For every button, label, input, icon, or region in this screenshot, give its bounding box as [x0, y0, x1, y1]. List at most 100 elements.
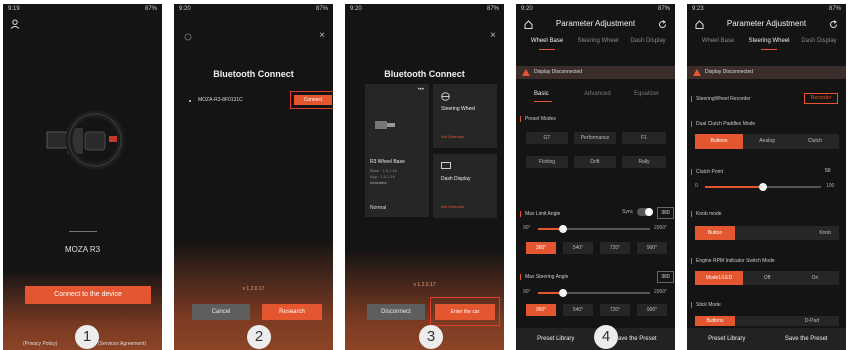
dash-display-card[interactable]: Dash Display Not Detected — [433, 154, 497, 218]
rpm-mode-on[interactable]: On — [791, 271, 839, 285]
display-warning: Display Disconnected — [687, 66, 846, 79]
save-preset-button[interactable]: Save the Preset — [767, 328, 847, 350]
clutch-mode-buttons[interactable]: Buttons — [695, 134, 743, 149]
status-battery: 87% — [486, 6, 499, 12]
more-icon[interactable]: ••• — [418, 87, 424, 93]
device-list-item: MOZA-R3-8F0131C — [198, 97, 243, 103]
slider-knob[interactable] — [559, 225, 567, 233]
limit-option-900[interactable]: 900° — [637, 242, 667, 254]
clutch-mode-clutch[interactable]: Clutch — [791, 134, 839, 149]
tab-dash-display[interactable]: Dash Display — [622, 38, 674, 45]
steering-label: Steering Wheel — [441, 106, 476, 112]
steer-max: 2000° — [654, 289, 668, 295]
page-title: Parameter Adjustment — [726, 19, 807, 28]
wheel-base-icon — [375, 121, 395, 129]
tab-dash-display[interactable]: Dash Display — [793, 38, 845, 45]
research-button[interactable]: Research — [262, 304, 322, 320]
stick-mode-buttons[interactable]: Buttons — [695, 316, 735, 326]
warning-text: Display Disconnected — [705, 69, 754, 75]
subtab-basic-underline — [534, 101, 552, 102]
page-title: Bluetooth Connect — [213, 69, 294, 79]
page-title: Bluetooth Connect — [384, 69, 465, 79]
limit-option-540[interactable]: 540° — [563, 242, 593, 254]
recorder-button[interactable]: Recorder — [804, 93, 838, 104]
limit-option-360[interactable]: 360° — [526, 242, 556, 254]
clutch-max: 100 — [826, 183, 835, 189]
device-tabs: Wheel Base Steering Wheel Dash Display — [516, 38, 675, 64]
subtab-equalizer[interactable]: Equalizer — [634, 91, 659, 97]
clutch-min: 0 — [695, 183, 698, 189]
steer-option-540[interactable]: 540° — [563, 304, 593, 316]
version: v 1.2.0.17 — [242, 286, 265, 292]
subtab-advanced[interactable]: Advanced — [584, 91, 611, 97]
base-title: R3 Wheel Base — [370, 159, 405, 165]
device-dot — [189, 100, 191, 102]
tab-steering-wheel[interactable]: Steering Wheel — [743, 38, 795, 50]
status-bar: 9:20 87% — [345, 4, 504, 14]
max-steering-slider[interactable] — [538, 289, 650, 297]
preset-fishing[interactable]: Fishing — [526, 156, 568, 168]
disconnect-button[interactable]: Disconnect — [367, 304, 425, 320]
slider-knob[interactable] — [759, 183, 767, 191]
status-time: 9:20 — [350, 6, 362, 12]
warning-icon — [693, 69, 701, 76]
refresh-icon[interactable] — [184, 33, 192, 41]
wheel-base-card[interactable]: ••• R3 Wheel Base Base : 1.0.1.16 App : … — [365, 84, 429, 217]
limit-max: 2000° — [654, 225, 668, 231]
clutch-point-slider[interactable] — [705, 183, 821, 191]
tab-steering-wheel[interactable]: Steering Wheel — [572, 38, 624, 45]
screen-bluetooth-scan: 9:20 87% × Bluetooth Connect MOZA-R3-8F0… — [174, 4, 333, 350]
screen-steering-wheel-params: 9:23 87% Parameter Adjustment Wheel Base… — [687, 4, 846, 350]
connect-device-button[interactable]: Connect to the device — [25, 286, 151, 304]
clutch-mode-analog[interactable]: Analog — [743, 134, 791, 149]
subtab-basic[interactable]: Basic — [534, 91, 549, 97]
sync-toggle[interactable] — [637, 208, 653, 216]
knob-mode-button[interactable]: Button — [695, 226, 735, 240]
steering-wheel-icon — [441, 92, 450, 101]
preset-library-button[interactable]: Preset Library — [687, 328, 767, 350]
max-limit-slider[interactable] — [538, 225, 650, 233]
preset-library-button[interactable]: Preset Library — [516, 328, 596, 350]
status-battery: 87% — [657, 6, 670, 12]
device-connect-label: Connect — [294, 95, 332, 105]
steering-status: Not Detected — [441, 134, 465, 139]
rpm-mode-1[interactable]: Mode1/LED — [695, 271, 743, 285]
steer-option-360[interactable]: 360° — [526, 304, 556, 316]
rpm-mode-label: Engine RPM Indicator Switch Mode — [691, 258, 775, 264]
steer-option-720[interactable]: 720° — [600, 304, 630, 316]
preset-performance[interactable]: Performance — [574, 132, 616, 144]
stick-mode-dpad[interactable]: D-Pad — [735, 316, 839, 326]
rpm-mode-off[interactable]: Off — [743, 271, 791, 285]
privacy-link[interactable]: (Privacy Policy) — [23, 341, 57, 347]
max-limit-input[interactable]: 360 — [657, 207, 674, 219]
preset-f1[interactable]: F1 — [622, 132, 666, 144]
max-limit-angle-label: Max Limit Angle — [520, 211, 560, 217]
steering-wheel-card[interactable]: Steering Wheel Not Detected — [433, 84, 497, 148]
tab-wheel-base[interactable]: Wheel Base — [692, 38, 744, 45]
close-icon[interactable]: × — [319, 30, 325, 41]
preset-gt[interactable]: GT — [526, 132, 568, 144]
version: v 1.2.0.17 — [413, 282, 436, 288]
preset-rally[interactable]: Rally — [622, 156, 666, 168]
device-connect-button[interactable]: Connect — [290, 91, 333, 109]
status-battery: 87% — [315, 6, 328, 12]
max-steer-input[interactable]: 360 — [657, 271, 674, 283]
steer-option-900[interactable]: 900° — [637, 304, 667, 316]
enter-car-button: Enter the car — [435, 304, 495, 320]
user-icon[interactable] — [10, 19, 20, 29]
reset-icon[interactable] — [658, 20, 667, 29]
agreement-link[interactable]: (Services Agreement) — [98, 341, 146, 347]
enter-car-frame[interactable]: Enter the car — [430, 297, 500, 326]
screen-wheel-base-params: 9:20 87% Parameter Adjustment Wheel Base… — [516, 4, 675, 350]
limit-option-720[interactable]: 720° — [600, 242, 630, 254]
knob-mode-knob[interactable]: Knob — [735, 226, 839, 240]
status-bar: 9:20 87% — [174, 4, 333, 14]
preset-modes-label: Preset Modes — [520, 116, 556, 122]
preset-drift[interactable]: Drift — [574, 156, 616, 168]
tab-wheel-base[interactable]: Wheel Base — [521, 38, 573, 50]
cancel-button[interactable]: Cancel — [192, 304, 250, 320]
slider-knob[interactable] — [559, 289, 567, 297]
reset-icon[interactable] — [829, 20, 838, 29]
status-bar: 9:19 87% — [3, 4, 162, 14]
close-icon[interactable]: × — [490, 30, 496, 41]
